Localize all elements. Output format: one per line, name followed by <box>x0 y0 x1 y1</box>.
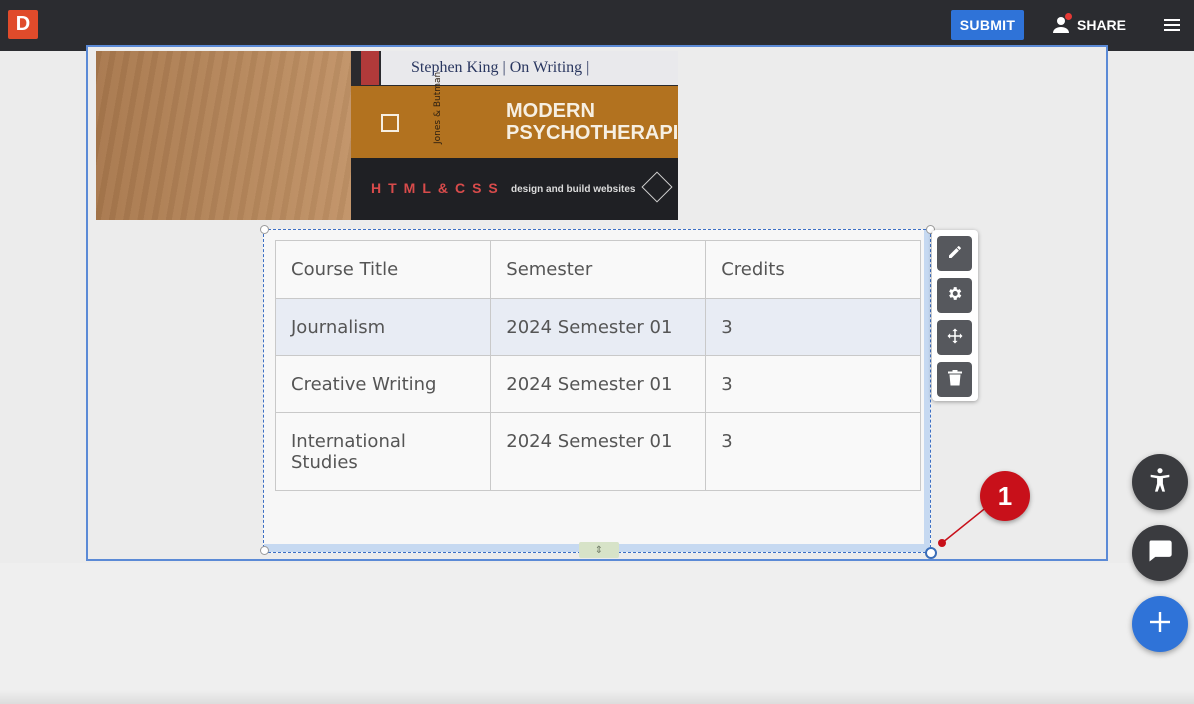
plus-icon <box>1148 610 1172 638</box>
accessibility-button[interactable] <box>1132 454 1188 510</box>
annotation-marker: 1 <box>980 471 1030 521</box>
annotation-connector <box>941 505 989 544</box>
annotation-dot <box>938 539 946 547</box>
accessibility-icon <box>1146 466 1174 498</box>
chat-button[interactable] <box>1132 525 1188 581</box>
chat-icon <box>1146 537 1174 569</box>
bottom-edge-shadow <box>0 690 1194 704</box>
add-button[interactable] <box>1132 596 1188 652</box>
